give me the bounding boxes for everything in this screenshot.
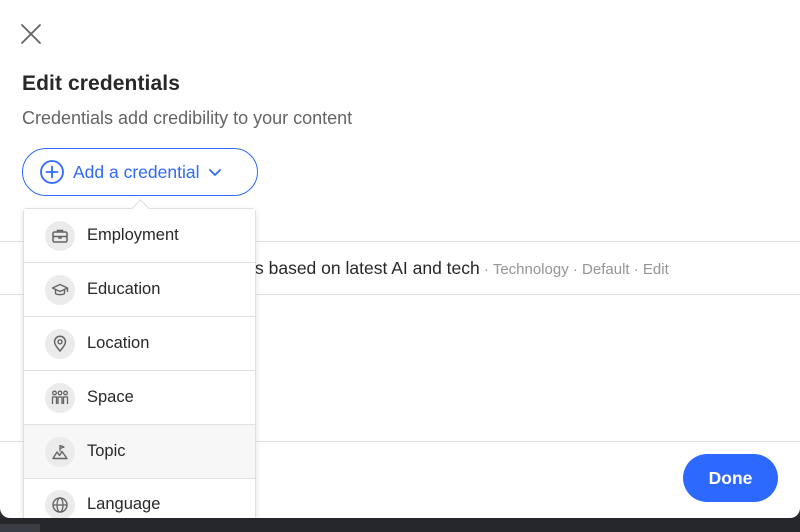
done-button[interactable]: Done [683, 454, 778, 502]
topic-icon [45, 436, 75, 467]
meta-separator: · [629, 261, 643, 278]
credential-text: s based on latest AI and tech [255, 258, 480, 278]
briefcase-icon [45, 220, 75, 251]
graduation-cap-icon [45, 274, 75, 305]
background-window-edge [0, 518, 800, 532]
menu-item-label: Topic [87, 442, 126, 460]
edit-credential-link[interactable]: Edit [643, 261, 669, 278]
plus-circle-icon [40, 160, 64, 184]
menu-item-label: Education [87, 280, 161, 298]
menu-item-label: Employment [87, 226, 179, 244]
close-button[interactable] [18, 21, 44, 47]
menu-item-topic[interactable]: Topic [24, 425, 255, 479]
edit-credentials-modal: Edit credentials Credentials add credibi… [0, 0, 800, 518]
chevron-down-icon [209, 169, 222, 176]
menu-item-label: Location [87, 334, 150, 352]
meta-separator: · [479, 261, 493, 278]
credential-topic: Technology [492, 261, 569, 278]
meta-separator: · [568, 261, 583, 278]
credential-type-dropdown: Employment Education Location Space Topi… [23, 199, 256, 518]
add-credential-label: Add a credential [73, 161, 200, 182]
menu-item-label: Space [87, 388, 134, 406]
add-credential-button[interactable]: Add a credential [22, 148, 258, 196]
menu-item-education[interactable]: Education [24, 263, 255, 317]
modal-title: Edit credentials [22, 72, 180, 95]
globe-icon [45, 489, 75, 518]
menu-item-language[interactable]: Language [24, 479, 255, 518]
menu-item-employment[interactable]: Employment [24, 209, 255, 263]
people-group-icon [45, 382, 75, 413]
credential-row: s based on latest AI and tech · Technolo… [255, 258, 669, 279]
credential-status: Default [582, 261, 630, 278]
menu-item-label: Language [87, 495, 161, 513]
menu-item-space[interactable]: Space [24, 371, 255, 425]
menu-item-location[interactable]: Location [24, 317, 255, 371]
modal-subtitle: Credentials add credibility to your cont… [22, 108, 353, 128]
close-icon [21, 24, 41, 44]
map-pin-icon [45, 328, 75, 359]
background-accent [0, 524, 40, 532]
